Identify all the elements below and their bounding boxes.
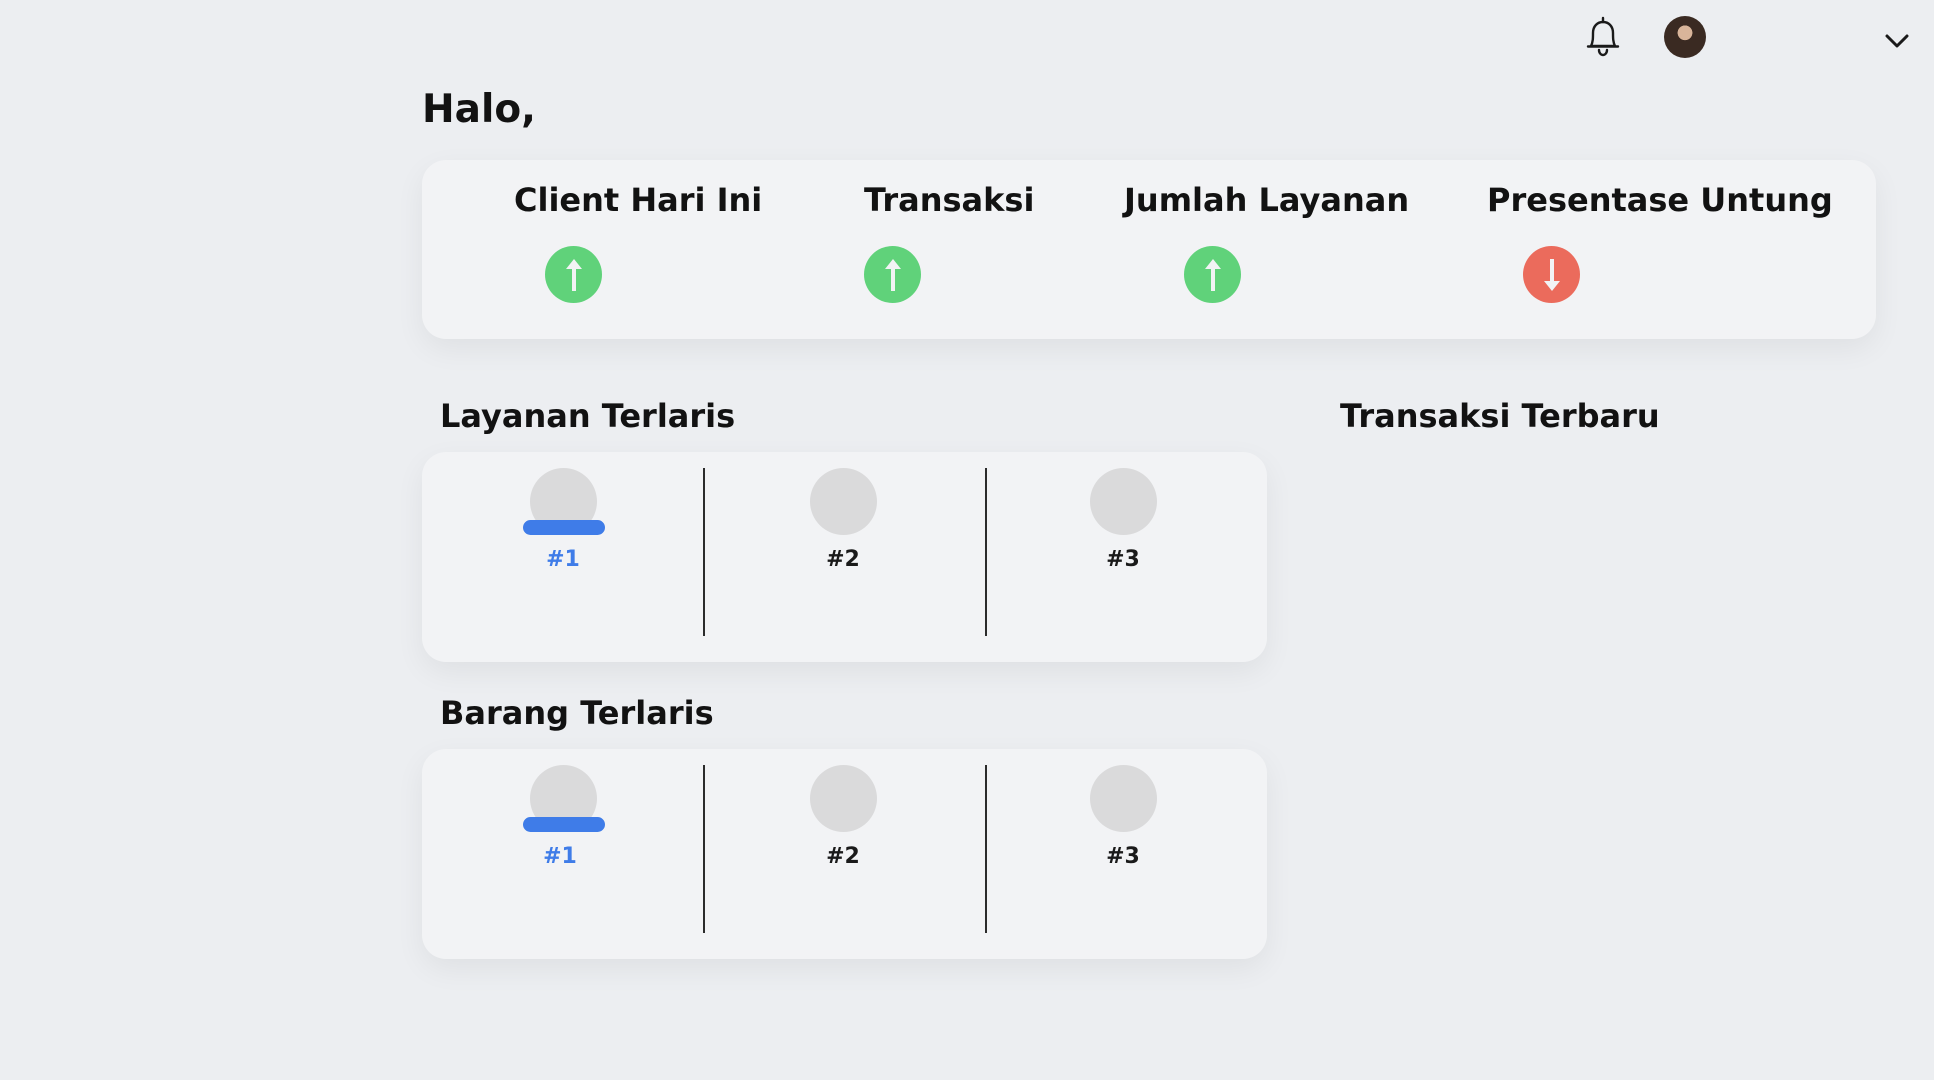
arrow-up-icon xyxy=(1184,246,1241,303)
stat-label: Client Hari Ini xyxy=(514,181,763,219)
barang-rank-1[interactable]: #1 xyxy=(422,749,704,959)
layanan-terlaris-title: Layanan Terlaris xyxy=(440,397,736,435)
service-thumbnail xyxy=(1090,468,1157,535)
active-indicator xyxy=(523,520,605,535)
top-bar xyxy=(0,0,1934,80)
rank-label: #2 xyxy=(826,547,860,572)
barang-terlaris-title: Barang Terlaris xyxy=(440,694,714,732)
arrow-up-icon xyxy=(545,246,602,303)
arrow-down-icon xyxy=(1523,246,1580,303)
rank-label: #1 xyxy=(543,844,577,869)
stat-client-hari-ini[interactable]: Client Hari Ini xyxy=(514,160,762,339)
stat-presentase-untung[interactable]: Presentase Untung xyxy=(1487,160,1847,339)
barang-terlaris-card: #1 #2 #3 xyxy=(422,749,1267,959)
rank-label: #2 xyxy=(826,844,860,869)
barang-rank-3[interactable]: #3 xyxy=(982,749,1264,959)
stat-jumlah-layanan[interactable]: Jumlah Layanan xyxy=(1124,160,1424,339)
stat-label: Presentase Untung xyxy=(1487,181,1833,219)
product-thumbnail xyxy=(1090,765,1157,832)
stat-label: Transaksi xyxy=(864,181,1035,219)
barang-rank-2[interactable]: #2 xyxy=(702,749,984,959)
chevron-down-icon[interactable] xyxy=(1882,26,1912,56)
greeting-heading: Halo, xyxy=(422,87,536,132)
bell-icon[interactable] xyxy=(1578,12,1628,62)
transaksi-terbaru-title: Transaksi Terbaru xyxy=(1340,397,1660,435)
rank-label: #3 xyxy=(1106,844,1140,869)
product-thumbnail xyxy=(810,765,877,832)
arrow-up-icon xyxy=(864,246,921,303)
stat-transaksi[interactable]: Transaksi xyxy=(864,160,1064,339)
rank-label: #1 xyxy=(546,547,580,572)
stat-label: Jumlah Layanan xyxy=(1124,181,1410,219)
layanan-rank-2[interactable]: #2 xyxy=(702,452,984,662)
layanan-rank-1[interactable]: #1 xyxy=(422,452,704,662)
stats-card: Client Hari Ini Transaksi Jumlah Layanan… xyxy=(422,160,1876,339)
rank-label: #3 xyxy=(1106,547,1140,572)
active-indicator xyxy=(523,817,605,832)
service-thumbnail xyxy=(810,468,877,535)
layanan-rank-3[interactable]: #3 xyxy=(982,452,1264,662)
layanan-terlaris-card: #1 #2 #3 xyxy=(422,452,1267,662)
avatar[interactable] xyxy=(1664,16,1706,58)
